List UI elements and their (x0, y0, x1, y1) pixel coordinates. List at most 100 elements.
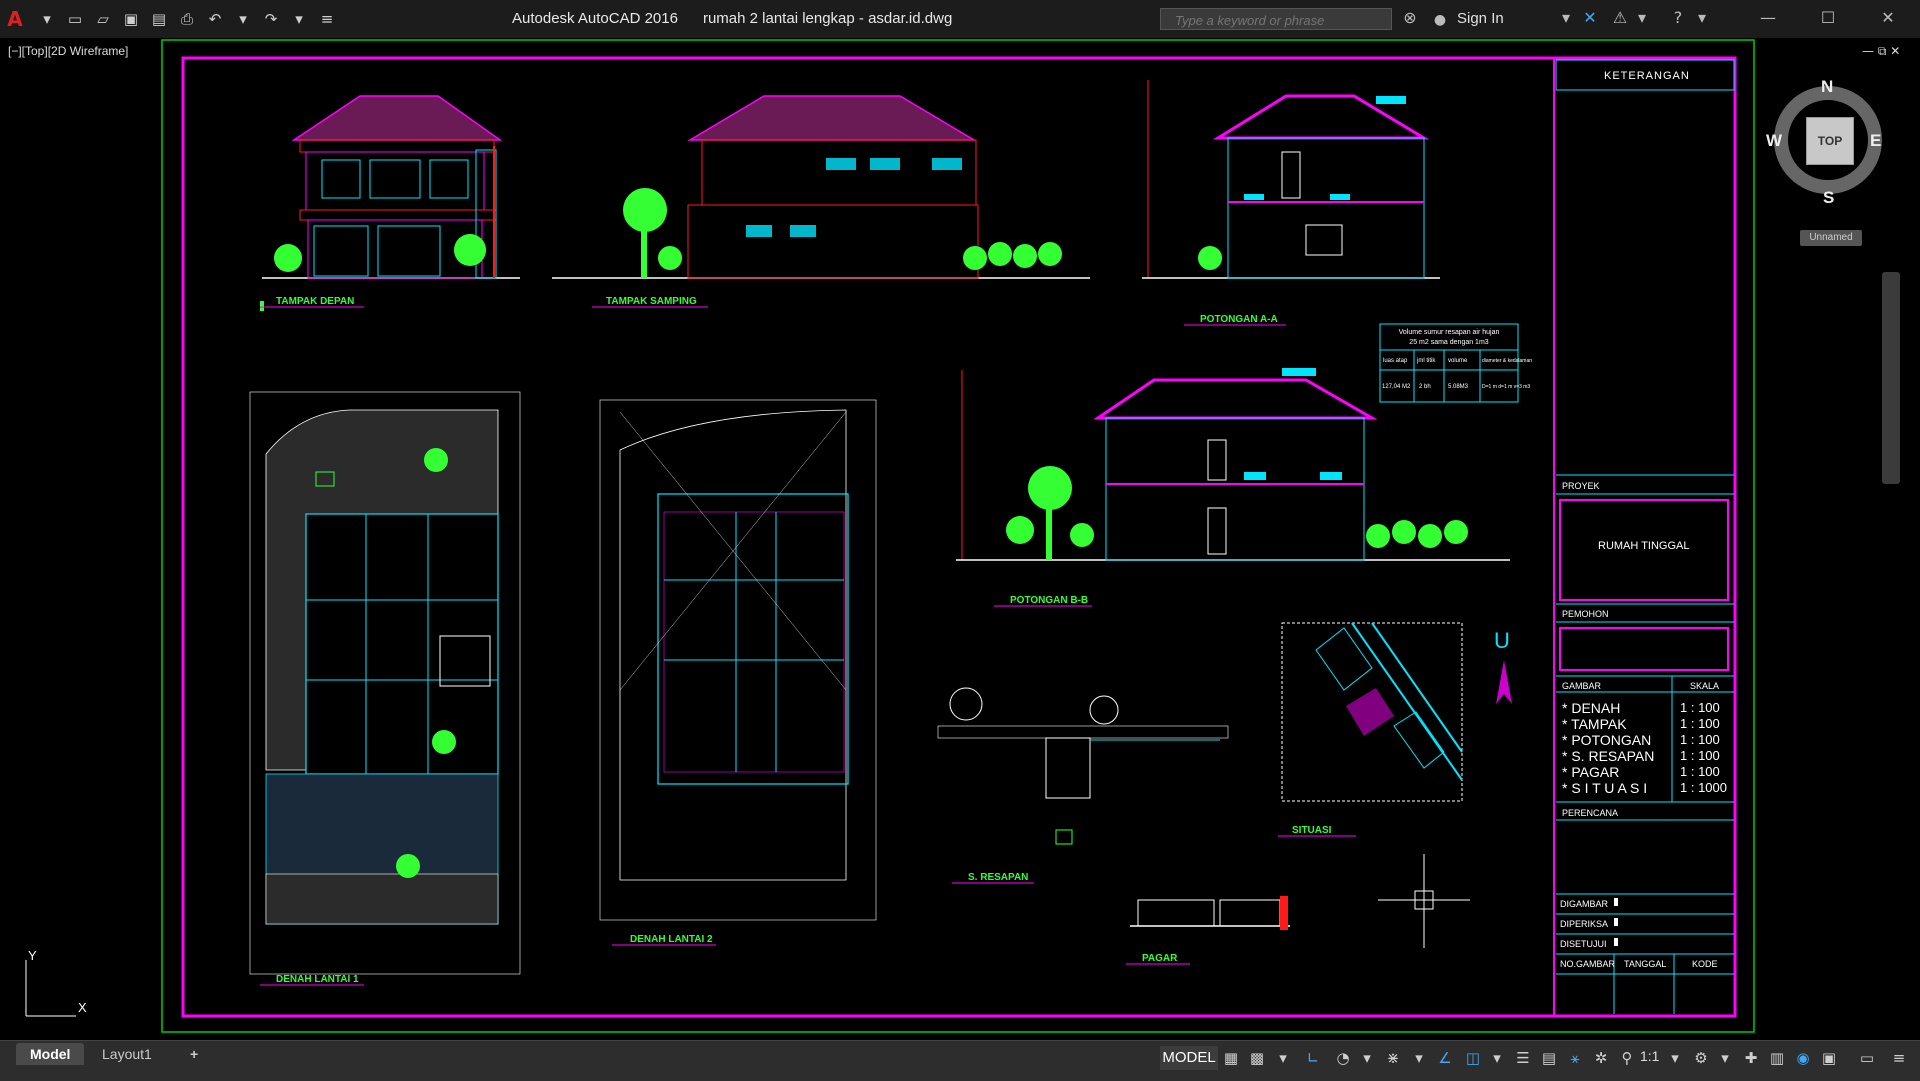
tb-pemohon-label: PEMOHON (1562, 609, 1609, 619)
ortho-icon[interactable]: ∟ (1302, 1046, 1324, 1070)
window-title: Autodesk AutoCAD 2016 rumah 2 lantai len… (512, 10, 952, 27)
ucs-x-label: X (78, 1000, 87, 1015)
undo-icon[interactable]: ↶ (204, 9, 226, 29)
osnap-dropdown-icon[interactable]: ▾ (1486, 1046, 1508, 1070)
tb-item-5-scale: 1 : 1000 (1680, 780, 1727, 795)
resapan-cell-3: D=1 m d=1 m v=3 m3 (1482, 384, 1530, 390)
drawing-canvas[interactable]: TAMPAK DEPAN TAMPAK SAMPING POTONGAN A-A… (0, 38, 1920, 1040)
new-file-icon[interactable]: ▭ (64, 9, 86, 29)
isodraft-dropdown-icon[interactable]: ▾ (1408, 1046, 1430, 1070)
annotation-visibility-icon[interactable]: ⚹ (1564, 1046, 1586, 1070)
maximize-icon[interactable]: ☐ (1816, 6, 1840, 30)
tb-item-3-scale: 1 : 100 (1680, 748, 1720, 763)
model-space-button[interactable]: MODEL (1160, 1046, 1218, 1070)
dropdown-arrow-icon[interactable]: ▾ (36, 9, 58, 29)
search-input[interactable] (1161, 9, 1377, 31)
object-snap-icon[interactable]: ◫ (1462, 1046, 1484, 1070)
close-icon[interactable]: ✕ (1876, 6, 1900, 30)
tab-model[interactable]: Model (16, 1043, 85, 1065)
annotation-scale-value[interactable]: 1:1 (1640, 1048, 1659, 1064)
customization-icon[interactable]: ≡ (1888, 1046, 1910, 1070)
tb-gambar-label: GAMBAR (1562, 681, 1602, 691)
tab-layout1[interactable]: Layout1 (88, 1043, 166, 1065)
compass-east[interactable]: E (1870, 131, 1881, 151)
sign-in-button[interactable]: Sign In (1457, 10, 1504, 27)
units-icon[interactable]: ▥ (1766, 1046, 1788, 1070)
snap-dropdown-icon[interactable]: ▾ (1272, 1046, 1294, 1070)
workspace-gear-icon[interactable]: ⚙ (1690, 1046, 1712, 1070)
snap-icon[interactable]: ▩ (1246, 1046, 1268, 1070)
viewport-close-icon[interactable]: ✕ (1890, 44, 1900, 58)
sign-in-dropdown-icon[interactable]: ▾ (1554, 6, 1578, 30)
viewcube-top-face[interactable]: TOP (1806, 117, 1854, 165)
resapan-header-3: diameter & kedalaman (1482, 358, 1532, 364)
tb-kode: KODE (1692, 959, 1718, 969)
resapan-cell-1: 2 bh (1419, 384, 1431, 390)
isodraft-icon[interactable]: ⋇ (1382, 1046, 1404, 1070)
resapan-header-2: volume (1448, 358, 1468, 364)
viewport-restore-icon[interactable]: ⧉ (1878, 44, 1887, 58)
quick-properties-icon[interactable]: ◉ (1792, 1046, 1814, 1070)
auto-scale-icon[interactable]: ✲ (1590, 1046, 1612, 1070)
tb-item-4-scale: 1 : 100 (1680, 764, 1720, 779)
exchange-apps-icon[interactable]: ✕ (1578, 6, 1602, 30)
a360-dropdown-icon[interactable]: ▾ (1630, 6, 1654, 30)
tb-item-3-name: * S. RESAPAN (1562, 748, 1655, 764)
compass-west[interactable]: W (1766, 131, 1782, 151)
tb-diperiksa: DIPERIKSA (1560, 919, 1609, 929)
save-as-icon[interactable]: ▤ (148, 9, 170, 29)
redo-dropdown-icon[interactable]: ▾ (288, 9, 310, 29)
wcs-menu[interactable]: Unnamed (1800, 230, 1862, 246)
tb-item-1-name: * TAMPAK (1562, 716, 1627, 732)
open-folder-icon[interactable]: ▱ (92, 9, 114, 29)
help-icon[interactable]: ? (1666, 6, 1690, 30)
resapan-cell-2: 5.08M3 (1448, 384, 1469, 390)
file-name: rumah 2 lantai lengkap - asdar.id.dwg (702, 10, 953, 27)
tb-disetujui: DISETUJUI (1560, 939, 1607, 949)
tb-item-0-name: * DENAH (1562, 700, 1621, 716)
label-tampak-samping: TAMPAK SAMPING (606, 296, 697, 307)
viewport-minimize-icon[interactable]: — (1862, 44, 1874, 58)
add-layout-button[interactable]: + (176, 1043, 212, 1065)
viewport-window-controls: — ⧉ ✕ (1862, 44, 1900, 59)
object-snap-tracking-icon[interactable]: ∠ (1434, 1046, 1456, 1070)
viewcube[interactable]: TOP N S E W Unnamed (1766, 77, 1890, 246)
label-pagar: PAGAR (1142, 953, 1178, 964)
clean-screen-icon[interactable]: ▭ (1856, 1046, 1878, 1070)
polar-dropdown-icon[interactable]: ▾ (1356, 1046, 1378, 1070)
viewport-controls-label[interactable]: [−][Top][2D Wireframe] (8, 44, 128, 58)
tb-item-4-name: * PAGAR (1562, 764, 1620, 780)
lock-ui-icon[interactable]: ▣ (1818, 1046, 1840, 1070)
redo-icon[interactable]: ↷ (260, 9, 282, 29)
tb-item-2-scale: 1 : 100 (1680, 732, 1720, 747)
lineweight-icon[interactable]: ☰ (1512, 1046, 1534, 1070)
transparency-icon[interactable]: ▤ (1538, 1046, 1560, 1070)
help-dropdown-icon[interactable]: ▾ (1690, 6, 1714, 30)
annotation-scale-icon[interactable]: ⚲ (1616, 1046, 1638, 1070)
navigation-bar[interactable] (1882, 272, 1900, 484)
customize-toolbar-icon[interactable]: ≡ (316, 9, 338, 29)
resapan-title-2: 25 m2 sama dengan 1m3 (1409, 339, 1488, 346)
compass-north[interactable]: N (1821, 77, 1833, 97)
label-situasi: SITUASI (1292, 825, 1332, 836)
tb-item-5-name: * S I T U A S I (1562, 780, 1648, 796)
north-arrow-label: U (1494, 628, 1510, 653)
user-icon[interactable]: ● (1428, 8, 1452, 32)
label-denah-lantai2: DENAH LANTAI 2 (630, 934, 713, 945)
compass-south[interactable]: S (1823, 188, 1834, 208)
grid-icon[interactable]: ▦ (1220, 1046, 1242, 1070)
print-icon[interactable]: ⎙ (176, 9, 198, 29)
binoculars-icon[interactable]: ⊗ (1398, 6, 1422, 30)
tb-tanggal: TANGGAL (1624, 959, 1667, 969)
scale-dropdown-icon[interactable]: ▾ (1664, 1046, 1686, 1070)
autocad-logo-icon[interactable]: A (4, 8, 26, 30)
label-s-resapan: S. RESAPAN (968, 872, 1028, 883)
search-box[interactable] (1160, 8, 1392, 31)
autodesk-360-icon[interactable]: ⚠ (1608, 6, 1632, 30)
undo-dropdown-icon[interactable]: ▾ (232, 9, 254, 29)
workspace-dropdown-icon[interactable]: ▾ (1714, 1046, 1736, 1070)
minimize-icon[interactable]: — (1756, 6, 1780, 30)
polar-tracking-icon[interactable]: ◔ (1332, 1046, 1354, 1070)
annotation-monitor-icon[interactable]: ✚ (1740, 1046, 1762, 1070)
save-icon[interactable]: ▣ (120, 9, 142, 29)
